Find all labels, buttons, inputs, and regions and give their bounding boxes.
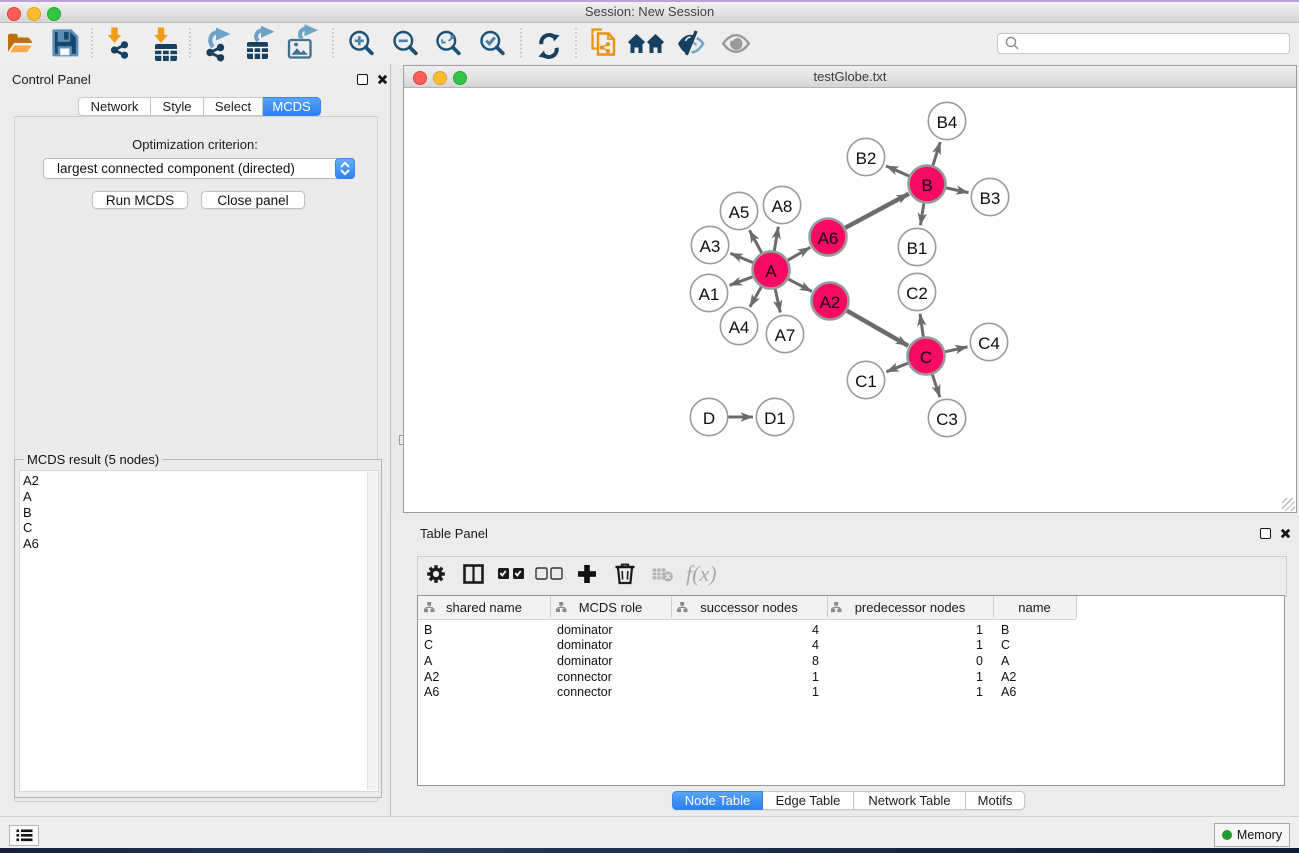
- svg-text:B2: B2: [856, 149, 877, 168]
- svg-text:C: C: [920, 348, 932, 367]
- svg-text:C1: C1: [855, 372, 877, 391]
- svg-text:B1: B1: [907, 239, 928, 258]
- svg-text:A: A: [765, 262, 777, 281]
- svg-text:B4: B4: [937, 113, 958, 132]
- svg-text:B: B: [921, 176, 932, 195]
- svg-text:A3: A3: [700, 237, 721, 256]
- svg-text:A4: A4: [729, 318, 750, 337]
- svg-text:C4: C4: [978, 334, 1000, 353]
- svg-text:A6: A6: [818, 229, 839, 248]
- svg-text:A8: A8: [772, 197, 793, 216]
- svg-text:f(x): f(x): [686, 561, 717, 586]
- svg-text:A1: A1: [699, 285, 720, 304]
- svg-text:A5: A5: [729, 203, 750, 222]
- svg-text:A7: A7: [775, 326, 796, 345]
- svg-text:D1: D1: [764, 409, 786, 428]
- svg-text:C3: C3: [936, 410, 958, 429]
- svg-text:C2: C2: [906, 284, 928, 303]
- svg-text:A2: A2: [820, 293, 841, 312]
- svg-text:B3: B3: [980, 189, 1001, 208]
- svg-text:D: D: [703, 409, 715, 428]
